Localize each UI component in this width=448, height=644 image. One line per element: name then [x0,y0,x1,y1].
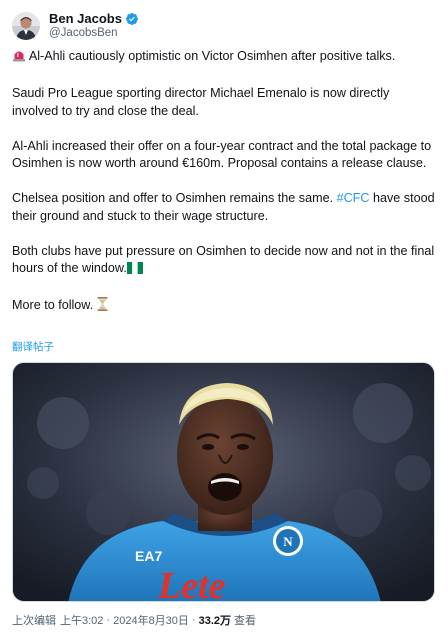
tweet-media-photo[interactable]: N EA7 Lete [12,362,435,602]
tweet-header: Ben Jacobs @JacobsBen [12,6,436,46]
para5-text: Both clubs have put pressure on Osimhen … [12,243,435,276]
tweet-paragraph-3: Al-Ahli increased their offer on a four-… [12,138,432,171]
post-date[interactable]: 2024年8月30日 [113,612,189,628]
nigeria-flag-icon [126,261,143,280]
tweet-paragraph-4: Chelsea position and offer to Osimhen re… [12,190,436,225]
tweet-text: Al-Ahli cautiously optimistic on Victor … [12,48,436,317]
para6-text: More to follow. [12,298,94,312]
tweet-paragraph-1: Al-Ahli cautiously optimistic on Victor … [12,48,436,68]
hourglass-icon [97,297,108,317]
author-handle[interactable]: @JacobsBen [49,27,139,41]
jersey-sponsor-text: Lete [157,565,226,602]
tweet-meta: 上次编辑 上午3:02 · 2024年8月30日 · 33.2万 查看 [12,612,256,628]
avatar[interactable] [12,12,40,40]
jersey-brand-text: EA7 [135,548,162,564]
views-count: 33.2万 [198,615,232,627]
verified-badge-icon [125,12,139,26]
meta-separator-1: · [106,614,111,626]
views-label: 查看 [234,615,257,627]
hashtag-link[interactable]: #CFC [337,191,370,205]
author-display-name[interactable]: Ben Jacobs [49,11,122,27]
post-time[interactable]: 上午3:02 [60,612,103,628]
tweet-paragraph-2: Saudi Pro League sporting director Micha… [12,86,390,118]
translate-post-link[interactable]: 翻译帖子 [12,339,54,354]
para4-text-before: Chelsea position and offer to Osimhen re… [12,191,337,205]
edited-label[interactable]: 上次编辑 [12,612,56,628]
meta-separator-2: · [191,614,196,626]
tweet-paragraph-5: Both clubs have put pressure on Osimhen … [12,243,436,280]
tweet-paragraph-6: More to follow. [12,297,436,317]
siren-icon [12,48,26,68]
napoli-badge-letter: N [283,534,293,549]
tweet-headline: Al-Ahli cautiously optimistic on Victor … [28,49,396,63]
player-photo: N EA7 Lete [13,363,434,602]
